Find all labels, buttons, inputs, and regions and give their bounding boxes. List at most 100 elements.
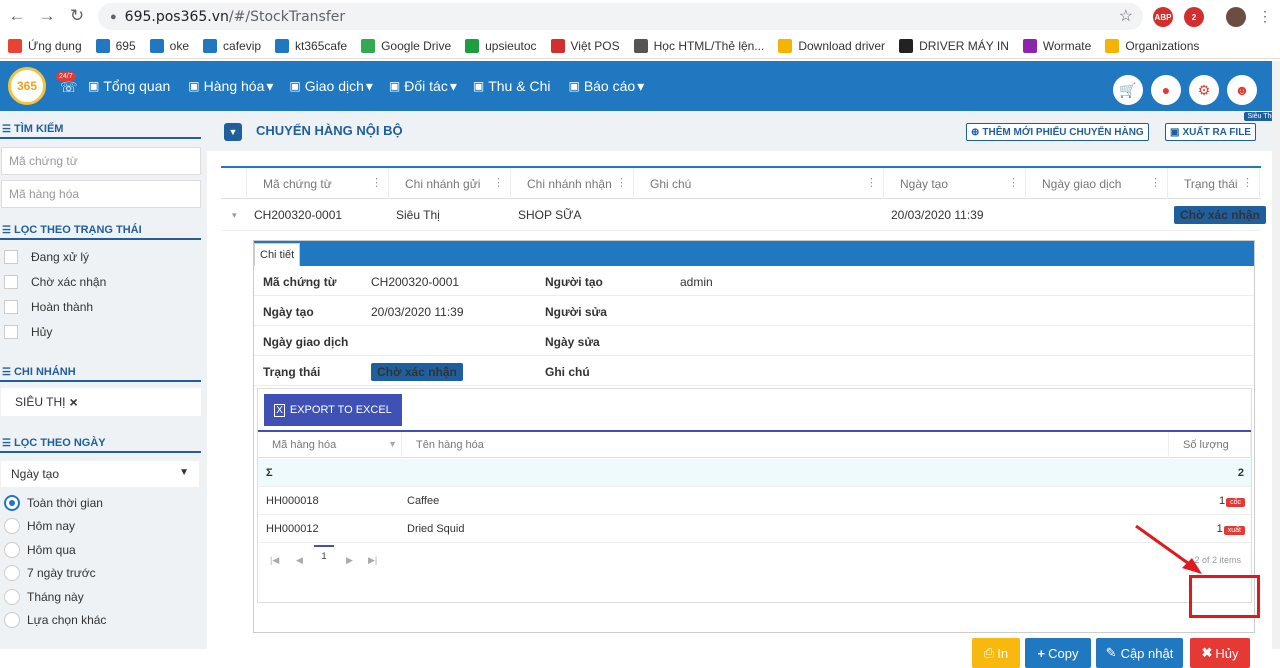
menu-item[interactable]: ▣ Thu & Chi xyxy=(473,78,553,94)
status-filter-item[interactable]: Chờ xác nhận xyxy=(0,269,207,294)
branch-selector[interactable]: SIÊU THỊ × xyxy=(1,388,201,416)
menu-item[interactable]: ▣ Hàng hóa ▾ xyxy=(188,78,273,95)
date-option[interactable]: 7 ngày trước xyxy=(0,562,207,586)
column-header[interactable]: Chi nhánh nhận ⋮ xyxy=(511,168,634,199)
cart-icon[interactable]: 🛒 xyxy=(1113,75,1143,105)
cancel-button[interactable]: ✖ Hủy xyxy=(1190,638,1250,668)
radio-button[interactable] xyxy=(4,612,20,629)
star-icon[interactable]: ☆ xyxy=(1119,6,1133,26)
date-option[interactable]: Toàn thời gian xyxy=(0,491,207,515)
collapse-icon[interactable]: ▾ xyxy=(232,210,237,221)
menu-item[interactable]: ▣ Tổng quan xyxy=(88,78,172,94)
bookmark-item[interactable]: Download driver xyxy=(778,38,885,53)
print-button[interactable]: ⎙ In xyxy=(972,638,1020,668)
tab-detail[interactable]: Chi tiết xyxy=(254,243,301,266)
date-option[interactable]: Tháng này xyxy=(0,585,207,609)
column-header[interactable]: Trạng thái ⋮ xyxy=(1168,168,1260,199)
filter-icon[interactable]: ▼ xyxy=(224,123,242,141)
arrow-right-icon[interactable]: → xyxy=(35,4,59,28)
column-header[interactable] xyxy=(221,168,247,199)
column-menu-icon[interactable]: ⋮ xyxy=(616,176,627,189)
first-page-icon[interactable]: |◀ xyxy=(270,555,279,566)
column-header[interactable]: Mã chứng từ ⋮ xyxy=(247,168,389,199)
more-icon[interactable]: ⋮ xyxy=(1253,4,1277,28)
checkbox[interactable] xyxy=(4,324,18,339)
last-page-icon[interactable]: ▶| xyxy=(368,555,377,566)
menu-item[interactable]: ▣ Giao dịch ▾ xyxy=(289,78,373,95)
update-button[interactable]: ✎ Cập nhật xyxy=(1096,638,1183,668)
bookmark-item[interactable]: 695 xyxy=(95,38,136,53)
radio-button[interactable] xyxy=(4,541,20,558)
menu-item[interactable]: ▣ Báo cáo ▾ xyxy=(568,78,644,95)
bookmark-item[interactable]: kt365cafe xyxy=(275,38,347,53)
export-excel-button[interactable]: X EXPORT TO EXCEL xyxy=(264,394,402,426)
column-header[interactable]: Ghi chú ⋮ xyxy=(634,168,884,199)
date-option[interactable]: Lựa chọn khác xyxy=(0,609,207,633)
date-option[interactable]: Hôm nay xyxy=(0,515,207,539)
list-item[interactable]: HH000012 Dried Squid 1 xuất xyxy=(258,515,1251,543)
bookmark-item[interactable]: upsieutoc xyxy=(465,38,537,53)
items-column-header[interactable]: Số lượng xyxy=(1169,432,1251,458)
column-menu-icon[interactable]: ⋮ xyxy=(1150,176,1161,189)
profile-avatar[interactable] xyxy=(1226,7,1246,27)
items-column-header[interactable]: Mã hàng hóa ▼ xyxy=(258,432,402,458)
table-row[interactable]: ▾ CH200320-0001 Siêu Thị SHOP SỮA 20/03/… xyxy=(221,200,1266,231)
bookmark-item[interactable]: Organizations xyxy=(1105,38,1199,53)
column-menu-icon[interactable]: ⋮ xyxy=(371,176,382,189)
bookmark-item[interactable]: DRIVER MÁY IN xyxy=(899,38,1009,53)
status-filter-item[interactable]: Hoàn thành xyxy=(0,294,207,319)
filter-icon[interactable]: ▼ xyxy=(388,439,397,449)
column-menu-icon[interactable]: ⋮ xyxy=(1242,176,1253,189)
bookmark-item[interactable]: Việt POS xyxy=(550,38,620,53)
label-created: Ngày tạo xyxy=(263,305,314,319)
menu-item[interactable]: ▣ Đối tác ▾ xyxy=(389,78,457,95)
checkbox[interactable] xyxy=(4,299,18,314)
arrow-left-icon[interactable]: ← xyxy=(5,4,29,28)
phone-icon[interactable]: ☏ xyxy=(60,79,78,96)
bookmark-item[interactable]: Wormate xyxy=(1022,38,1091,53)
column-header[interactable]: Ngày giao dịch ⋮ xyxy=(1026,168,1168,199)
bookmark-item[interactable]: Học HTML/Thẻ lện... xyxy=(633,38,764,53)
bookmark-item[interactable]: oke xyxy=(149,38,189,53)
items-column-header[interactable]: Tên hàng hóa xyxy=(402,432,1169,458)
extension-icon[interactable]: 2 xyxy=(1184,7,1204,27)
gear-icon[interactable]: ⚙ xyxy=(1189,75,1219,105)
column-menu-icon[interactable]: ⋮ xyxy=(493,176,504,189)
bookmark-item[interactable]: Google Drive xyxy=(361,38,451,53)
location-icon[interactable]: ● xyxy=(1151,75,1181,105)
remove-tag-icon[interactable]: × xyxy=(69,394,77,410)
radio-button[interactable] xyxy=(4,588,20,605)
radio-button[interactable] xyxy=(4,565,20,582)
address-bar[interactable]: ● 695.pos365.vn/#/StockTransfer ☆ xyxy=(98,3,1143,30)
document-code-input[interactable]: Mã chứng từ xyxy=(1,147,201,175)
copy-button[interactable]: + Copy xyxy=(1025,638,1091,668)
bookmark-item[interactable]: cafevip xyxy=(203,38,261,53)
status-filter-item[interactable]: Đang xử lý xyxy=(0,244,207,269)
column-header[interactable]: Ngày tạo ⋮ xyxy=(884,168,1026,199)
export-file-button[interactable]: ▣ XUẤT RA FILE xyxy=(1165,123,1256,141)
radio-button[interactable] xyxy=(4,494,20,511)
checkbox[interactable] xyxy=(4,274,18,289)
column-menu-icon[interactable]: ⋮ xyxy=(1008,176,1019,189)
prev-page-icon[interactable]: ◀ xyxy=(296,555,303,566)
column-menu-icon[interactable]: ⋮ xyxy=(866,176,877,189)
scrollbar[interactable] xyxy=(1272,61,1280,649)
date-type-select[interactable]: Ngày tạo ▼ xyxy=(1,461,199,487)
app-logo[interactable]: 365 xyxy=(8,67,46,105)
close-icon: ✖ xyxy=(1201,645,1213,660)
date-option[interactable]: Hôm qua xyxy=(0,538,207,562)
user-icon[interactable]: ☻ xyxy=(1227,75,1257,105)
adblock-extension-icon[interactable]: ABP xyxy=(1153,7,1173,27)
page-number[interactable]: 1 xyxy=(314,545,334,561)
list-item[interactable]: HH000018 Caffee 1 cốc xyxy=(258,487,1251,515)
column-header[interactable]: Chi nhánh gửi ⋮ xyxy=(389,168,511,199)
reload-icon[interactable]: ↻ xyxy=(65,4,89,28)
sum-row: Σ 2 xyxy=(258,459,1251,487)
item-code-input[interactable]: Mã hàng hóa xyxy=(1,180,201,208)
next-page-icon[interactable]: ▶ xyxy=(346,555,353,566)
radio-button[interactable] xyxy=(4,518,20,535)
checkbox[interactable] xyxy=(4,249,18,264)
status-filter-item[interactable]: Hủy xyxy=(0,319,207,344)
add-transfer-button[interactable]: ⊕ THÊM MỚI PHIẾU CHUYỂN HÀNG xyxy=(966,123,1149,141)
bookmark-item[interactable]: Ứng dụng xyxy=(8,38,82,53)
